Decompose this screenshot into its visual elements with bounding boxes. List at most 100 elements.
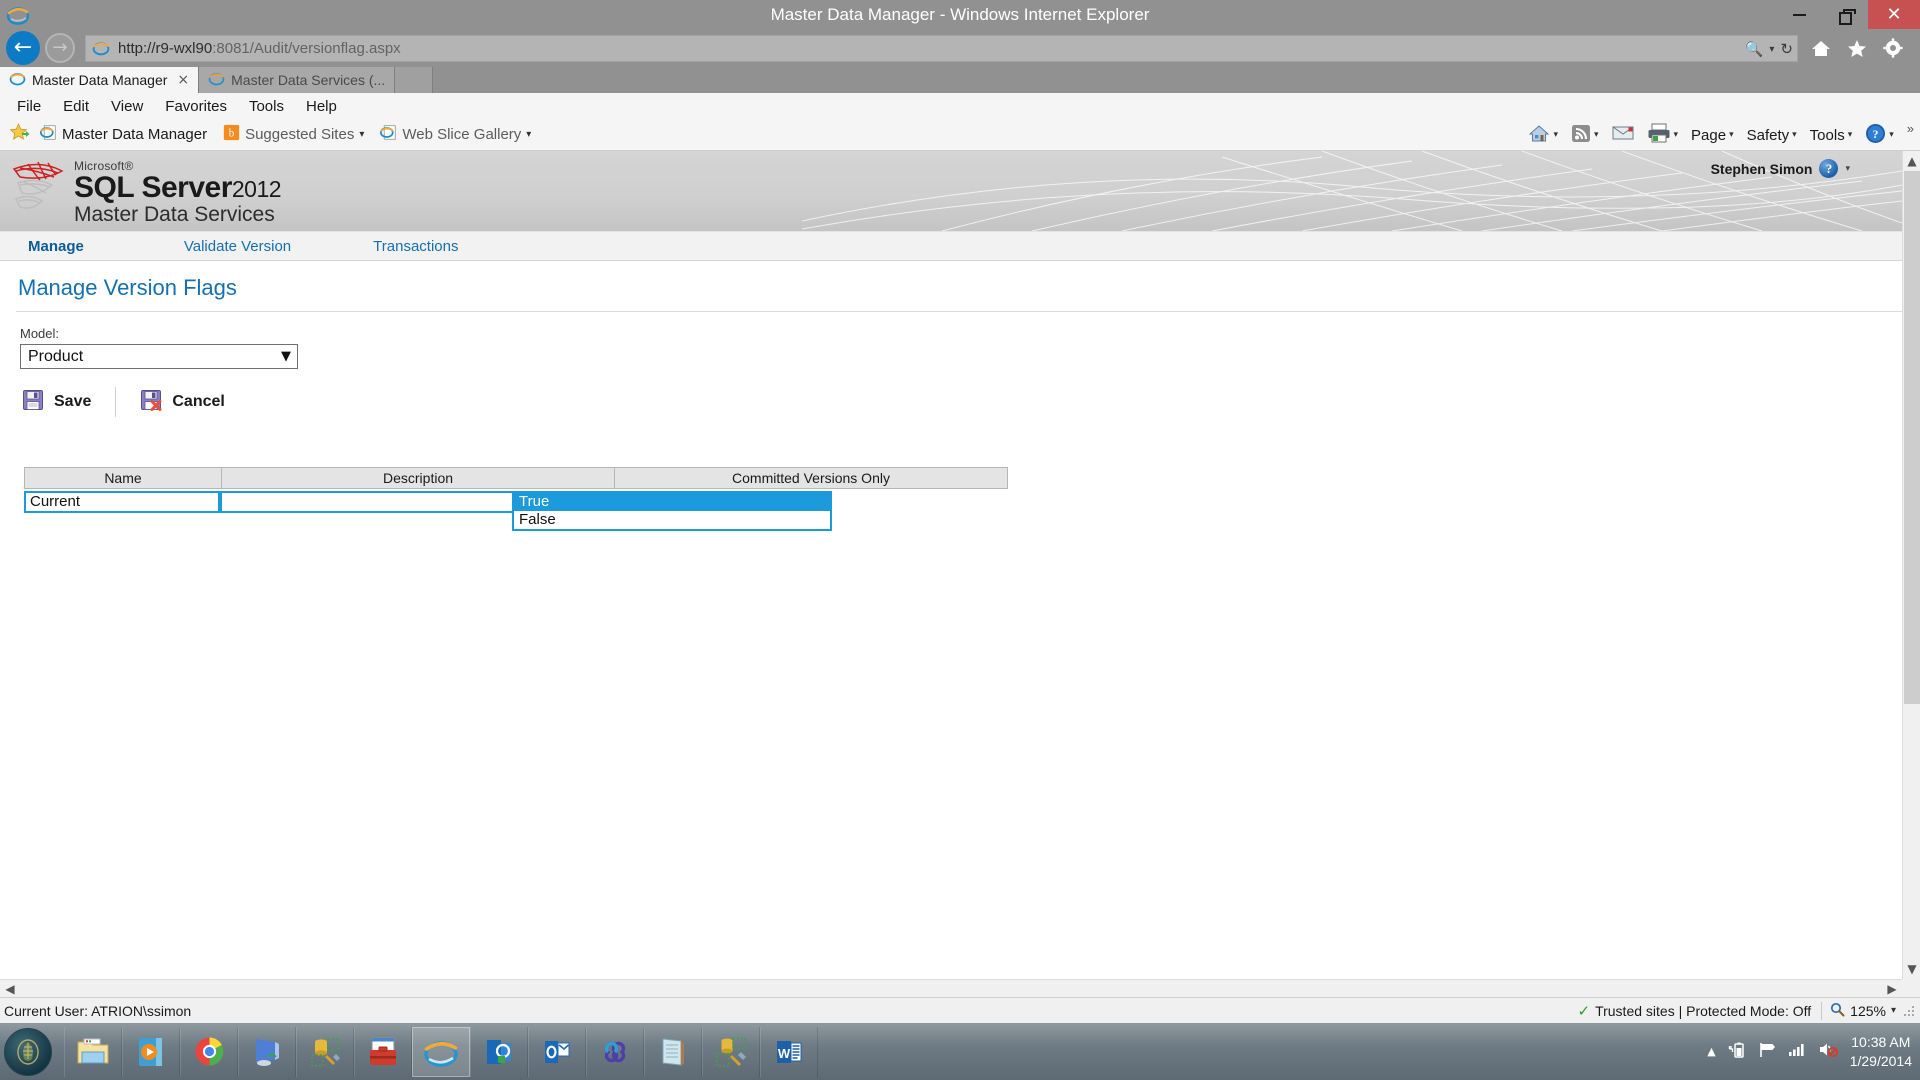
show-hidden-icons[interactable]: ▲ xyxy=(1707,1045,1715,1058)
clock-date: 1/29/2014 xyxy=(1850,1052,1912,1071)
home-icon[interactable] xyxy=(1810,37,1832,59)
minimize-button[interactable] xyxy=(1776,0,1822,29)
chevron-down-icon[interactable]: ▾ xyxy=(1792,130,1797,140)
column-header-name[interactable]: Name xyxy=(24,467,222,489)
taskbar-sql-tools[interactable] xyxy=(702,1027,760,1077)
mds-nav-validate-version[interactable]: Validate Version xyxy=(184,238,291,255)
taskbar-microsoft-word[interactable]: W xyxy=(760,1027,818,1077)
help-icon[interactable]: ? xyxy=(1819,159,1838,178)
horizontal-scrollbar[interactable]: ◀ ▶ xyxy=(0,979,1902,997)
window-controls: ✕ xyxy=(1776,0,1920,29)
cancel-icon xyxy=(140,389,162,416)
taskbar-sql-config-tool[interactable] xyxy=(296,1027,354,1077)
chevron-down-icon[interactable]: ▾ xyxy=(1729,130,1734,140)
restore-button[interactable] xyxy=(1822,0,1868,29)
user-name: Stephen Simon xyxy=(1711,161,1813,177)
mds-nav-transactions[interactable]: Transactions xyxy=(373,238,458,255)
taskbar-infinity-app[interactable] xyxy=(586,1027,644,1077)
taskbar-file-explorer[interactable] xyxy=(64,1027,122,1077)
scroll-down-arrow-icon[interactable]: ▼ xyxy=(1903,959,1920,979)
command-home[interactable]: ▾ xyxy=(1525,124,1562,147)
search-icon[interactable]: 🔍 xyxy=(1745,40,1764,58)
command-page[interactable]: Page ▾ xyxy=(1687,127,1738,144)
chevron-down-icon[interactable]: ▾ xyxy=(1674,130,1679,140)
committed-versions-only-dropdown-list[interactable]: True False xyxy=(512,491,832,531)
favorite-suggested-sites[interactable]: b Suggested Sites ▾ xyxy=(223,124,364,145)
column-header-committed-versions-only[interactable]: Committed Versions Only xyxy=(614,467,1008,489)
chevron-down-icon[interactable]: ▾ xyxy=(1769,44,1774,55)
vertical-scrollbar-thumb[interactable] xyxy=(1904,171,1920,704)
network-icon[interactable] xyxy=(1788,1042,1806,1061)
dropdown-option-true[interactable]: True xyxy=(514,493,830,511)
scroll-left-arrow-icon[interactable]: ◀ xyxy=(0,980,20,998)
refresh-icon[interactable]: ↻ xyxy=(1780,40,1793,58)
taskbar-google-chrome[interactable] xyxy=(180,1027,238,1077)
mds-nav-manage[interactable]: Manage xyxy=(28,238,84,255)
menu-file[interactable]: File xyxy=(8,96,50,117)
scroll-right-arrow-icon[interactable]: ▶ xyxy=(1882,980,1902,998)
name-input[interactable]: Current xyxy=(24,491,220,513)
chevron-down-icon[interactable]: ▾ xyxy=(1845,164,1850,174)
menu-favorites[interactable]: Favorites xyxy=(156,96,236,117)
chevron-down-icon[interactable]: ▼ xyxy=(281,349,291,364)
taskbar-toolkit[interactable] xyxy=(354,1027,412,1077)
model-dropdown[interactable]: Product ▼ xyxy=(20,344,298,369)
chevron-down-icon[interactable]: ▾ xyxy=(1594,130,1599,140)
browser-tab-master-data-services[interactable]: Master Data Services (... xyxy=(199,67,395,93)
taskbar-remote-desktop[interactable] xyxy=(238,1027,296,1077)
taskbar-internet-explorer[interactable] xyxy=(412,1027,470,1077)
close-button[interactable]: ✕ xyxy=(1868,0,1920,29)
dropdown-option-false[interactable]: False xyxy=(514,511,830,529)
taskbar-lync[interactable] xyxy=(470,1027,528,1077)
scroll-up-arrow-icon[interactable]: ▲ xyxy=(1903,151,1920,171)
resize-grip[interactable] xyxy=(1904,1005,1916,1017)
menu-edit[interactable]: Edit xyxy=(54,96,98,117)
clock[interactable]: 10:38 AM 1/29/2014 xyxy=(1850,1033,1912,1071)
command-tools[interactable]: Tools ▾ xyxy=(1806,127,1857,144)
svg-text:b: b xyxy=(229,128,235,140)
add-favorite-star-icon[interactable] xyxy=(10,123,30,147)
command-print[interactable]: ▾ xyxy=(1643,123,1683,147)
favorite-master-data-manager[interactable]: Master Data Manager xyxy=(40,124,207,145)
favorite-web-slice-gallery[interactable]: Web Slice Gallery ▾ xyxy=(380,124,531,145)
taskbar-notepad[interactable] xyxy=(644,1027,702,1077)
cancel-button[interactable]: Cancel xyxy=(140,389,224,416)
address-bar[interactable]: http://r9-wxl90:8081/Audit/versionflag.a… xyxy=(85,35,1798,62)
new-tab-button[interactable] xyxy=(395,67,433,93)
favorites-star-icon[interactable] xyxy=(1846,37,1868,59)
taskbar-outlook[interactable] xyxy=(528,1027,586,1077)
help-icon: ? xyxy=(1865,123,1886,148)
menu-view[interactable]: View xyxy=(102,96,152,117)
battery-icon[interactable] xyxy=(1728,1041,1746,1063)
taskbar-media-player[interactable] xyxy=(122,1027,180,1077)
browser-window: Master Data Manager - Windows Internet E… xyxy=(0,0,1920,1080)
back-button[interactable]: ← xyxy=(6,31,40,65)
chevron-down-icon[interactable]: ▾ xyxy=(1553,130,1558,140)
save-button[interactable]: Save xyxy=(22,389,91,416)
command-mail[interactable] xyxy=(1608,125,1638,145)
command-bar-overflow-icon[interactable]: » xyxy=(1907,119,1914,136)
column-header-description[interactable]: Description xyxy=(221,467,615,489)
command-help[interactable]: ? ▾ xyxy=(1861,123,1898,148)
action-center-icon[interactable] xyxy=(1758,1042,1776,1062)
gear-icon[interactable] xyxy=(1882,37,1904,59)
chevron-down-icon[interactable]: ▾ xyxy=(1848,130,1853,140)
menu-help[interactable]: Help xyxy=(297,96,346,117)
start-button[interactable] xyxy=(4,1028,52,1076)
security-zone[interactable]: ✓ Trusted sites | Protected Mode: Off xyxy=(1578,1002,1823,1020)
browser-tab-master-data-manager[interactable]: Master Data Manager × xyxy=(0,67,199,93)
chevron-down-icon[interactable]: ▾ xyxy=(526,129,531,140)
current-user-text: Current User: ATRION\ssimon xyxy=(0,1003,191,1019)
zoom-control[interactable]: 125% ▾ xyxy=(1830,1002,1896,1020)
chevron-down-icon[interactable]: ▾ xyxy=(359,129,364,140)
forward-button[interactable]: → xyxy=(45,33,75,63)
command-feeds[interactable]: ▾ xyxy=(1567,124,1603,147)
command-safety[interactable]: Safety ▾ xyxy=(1743,127,1801,144)
volume-muted-icon[interactable] xyxy=(1818,1041,1838,1062)
chevron-down-icon[interactable]: ▾ xyxy=(1891,1005,1896,1016)
menu-tools[interactable]: Tools xyxy=(240,96,293,117)
description-input[interactable] xyxy=(220,491,544,513)
close-icon[interactable]: × xyxy=(177,72,189,88)
chevron-down-icon[interactable]: ▾ xyxy=(1889,130,1894,140)
vertical-scrollbar[interactable]: ▲ ▼ xyxy=(1902,151,1920,979)
